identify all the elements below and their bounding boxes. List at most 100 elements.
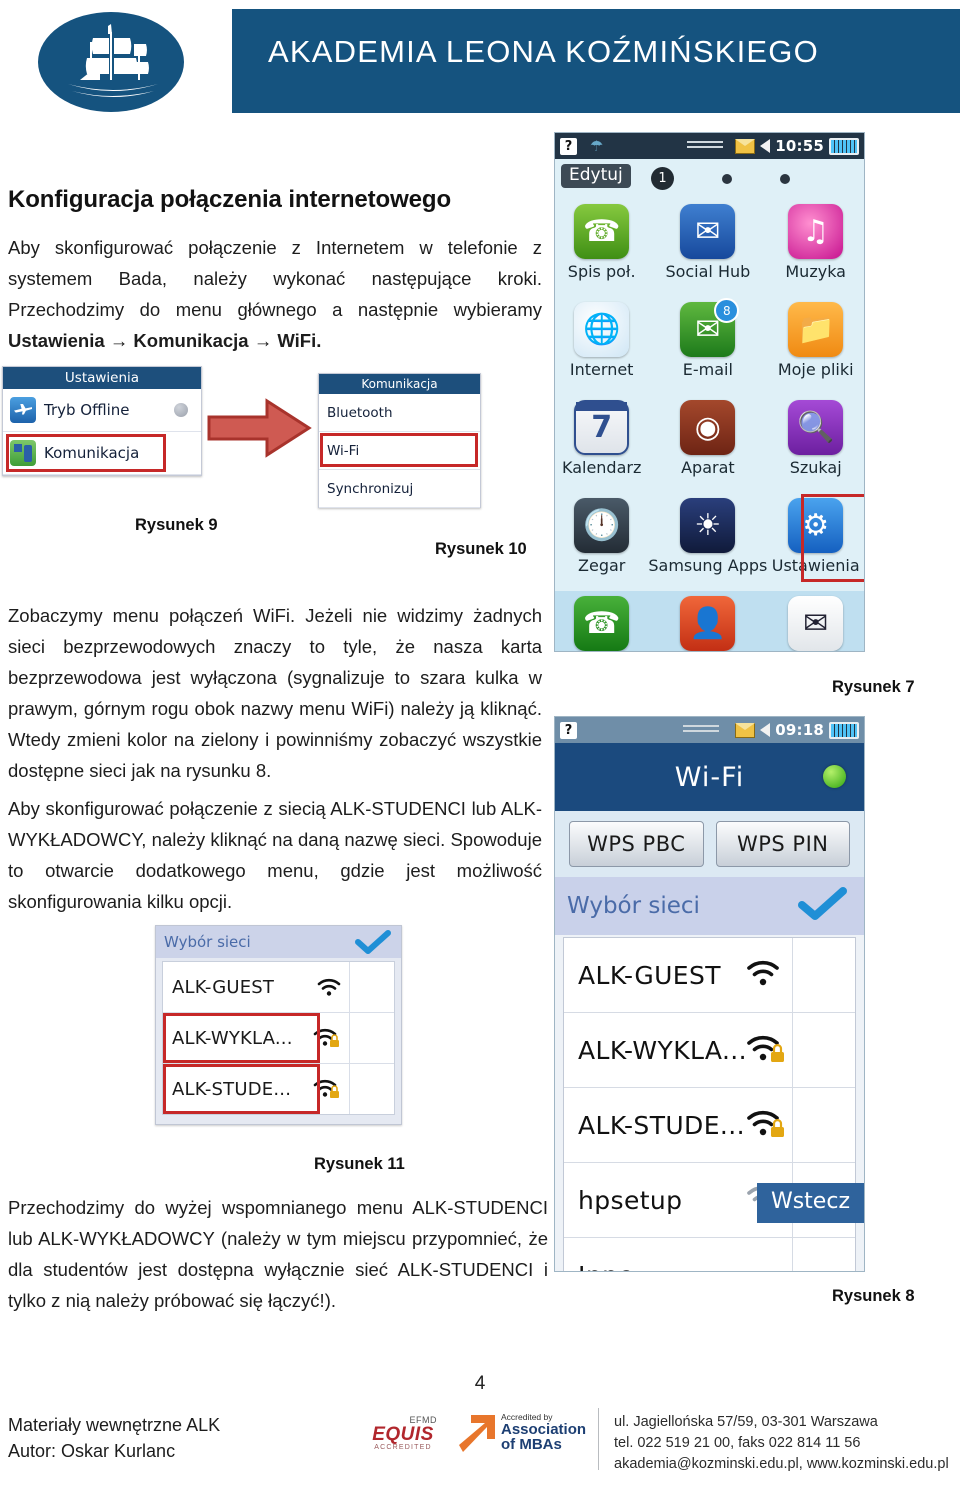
intro-text-bold: Ustawienia → Komunikacja → WiFi. [8, 330, 322, 351]
wifi-statusbar: ? 09:18 [555, 717, 864, 743]
offline-toggle[interactable] [174, 403, 188, 417]
settings-screen-figure: Ustawienia Tryb Offline Komunikacja [2, 366, 202, 476]
footer-line-2: Autor: Oskar Kurlanc [8, 1441, 176, 1461]
highlight-box-ustawienia [801, 494, 864, 582]
checkmark-icon[interactable] [353, 930, 393, 954]
app-label: Moje pliki [777, 360, 854, 379]
settings-row-communication[interactable]: Komunikacja [3, 432, 201, 475]
help-icon: ? [560, 137, 577, 155]
ship-logo-icon [68, 24, 158, 97]
wifi-small-row-alk-stude[interactable]: ALK-STUDE... [163, 1064, 394, 1114]
page-indicator-dot[interactable] [780, 173, 790, 184]
menu-lines-icon [683, 725, 719, 735]
amba-line-3: of MBAs [501, 1436, 562, 1454]
wifi-small-section-label: Wybór sieci [164, 933, 251, 951]
battery-icon [829, 137, 859, 155]
equis-sub-label: ACCREDITED [374, 1443, 432, 1451]
wifi-power-toggle[interactable] [823, 765, 846, 788]
app-tile-kontakty[interactable]: 👤 Kontakty [648, 591, 768, 651]
globe-icon: 🌐 [574, 302, 630, 357]
wps-button-row: WPS PBC WPS PIN [555, 811, 864, 877]
app-tile-klawiatura[interactable]: ☎ Klawiatura [555, 591, 649, 651]
app-tile-szukaj[interactable]: 🔍 Szukaj [767, 395, 864, 493]
wifi-network-name: ALK-WYKLA... [578, 1035, 747, 1065]
figure-caption-8: Rysunek 8 [832, 1287, 915, 1305]
app-label: Samsung Apps [648, 556, 768, 575]
speaker-icon [760, 723, 771, 737]
folder-icon: 📁 [788, 302, 844, 357]
wifi-section-label: Wybór sieci [567, 893, 700, 919]
wifi-small-row-alk-guest[interactable]: ALK-GUEST [163, 962, 394, 1013]
comm-row-wifi[interactable]: Wi-Fi [319, 432, 480, 470]
wifi-signal-locked-icon [747, 1035, 784, 1062]
app-label: Social Hub [665, 262, 751, 281]
back-button[interactable]: Wstecz [756, 1183, 864, 1223]
clock-icon: 🕛 [574, 498, 630, 553]
wifi-network-name: hpsetup [578, 1185, 683, 1215]
app-tile-moje-pliki[interactable]: 📁 Moje pliki [767, 297, 864, 395]
app-tile-aparat[interactable]: ◉ Aparat [648, 395, 767, 493]
app-tile-zegar[interactable]: 🕛 Zegar [555, 493, 648, 591]
intro-paragraph: Aby skonfigurować połączenie z Internete… [8, 232, 542, 356]
footer-address-line-2: tel. 022 519 21 00, faks 022 814 11 56 [614, 1435, 861, 1451]
amba-arrow-icon [455, 1412, 497, 1454]
wifi-row-alk-wykla[interactable]: ALK-WYKLA... [564, 1013, 855, 1088]
figure-caption-10: Rysunek 10 [435, 540, 527, 558]
app-grid: ☎ Spis poł. ✉ Social Hub ♫ Muzyka 🌐 Inte… [555, 199, 864, 651]
app-tile-spis-pol[interactable]: ☎ Spis poł. [555, 199, 648, 297]
app-tile-wiadomosci[interactable]: ✉ Wiadomości [767, 591, 864, 651]
document-page: AKADEMIA LEONA KOŹMIŃSKIEGO Konfiguracja… [0, 0, 960, 1485]
music-icon: ♫ [788, 204, 844, 259]
arrow-right-icon [207, 398, 312, 458]
wps-pbc-button[interactable]: WPS PBC [569, 821, 704, 867]
email-icon: ✉ 8 [680, 298, 740, 357]
intro-text-normal: Aby skonfigurować połączenie z Internete… [8, 237, 542, 320]
settings-row-offline-label: Tryb Offline [44, 401, 130, 419]
wifi-signal-locked-icon [747, 1110, 784, 1137]
mail-icon [735, 138, 756, 154]
mail-icon [735, 722, 756, 738]
app-tile-samsung-apps[interactable]: ☀ Samsung Apps [648, 493, 767, 591]
wifi-network-name: ALK-STUDE... [578, 1110, 745, 1140]
alk-logo [38, 12, 184, 112]
app-label: Kalendarz [561, 458, 642, 477]
wifi-small-section-header: Wybór sieci [156, 926, 401, 958]
app-tile-email[interactable]: ✉ 8 E-mail [648, 297, 767, 395]
app-tile-internet[interactable]: 🌐 Internet [555, 297, 648, 395]
figure-caption-7: Rysunek 7 [832, 678, 915, 696]
figure-caption-9: Rysunek 9 [135, 516, 218, 534]
wifi-row-inne[interactable]: Inne [564, 1238, 855, 1271]
amba-line-2: Association [501, 1420, 587, 1438]
footer-address-line-3: akademia@kozminski.edu.pl, www.kozminski… [614, 1456, 949, 1472]
app-label: Zegar [578, 556, 626, 575]
footer-address-line-1: ul. Jagiellońska 57/59, 03-301 Warszawa [614, 1414, 878, 1430]
airplane-icon [10, 397, 36, 423]
app-label: E-mail [682, 360, 733, 379]
comm-row-sync[interactable]: Synchronizuj [319, 470, 480, 508]
footer-credits: Materiały wewnętrzne ALK Autor: Oskar Ku… [8, 1412, 220, 1464]
checkmark-icon[interactable] [796, 887, 850, 921]
flow-arrow [205, 395, 315, 465]
wifi-section-header: Wybór sieci [555, 877, 864, 935]
app-tile-social-hub[interactable]: ✉ Social Hub [648, 199, 767, 297]
calendar-icon: 7 [574, 400, 630, 455]
wifi-network-list-figure: Wybór sieci ALK-GUEST ALK-WYKLA... ALK-S… [155, 925, 402, 1125]
wifi-row-alk-stude[interactable]: ALK-STUDE... [564, 1088, 855, 1163]
wifi-small-name: ALK-GUEST [172, 976, 275, 998]
page-title: Konfiguracja połączenia internetowego [8, 186, 452, 213]
wifi-small-row-alk-wykla[interactable]: ALK-WYKLA... [163, 1013, 394, 1064]
edit-button[interactable]: Edytuj [561, 164, 631, 188]
app-tile-muzyka[interactable]: ♫ Muzyka [767, 199, 864, 297]
wifi-signal-icon [317, 978, 341, 996]
page-indicator-current[interactable]: 1 [651, 167, 674, 190]
statusbar-time: 10:55 [775, 137, 824, 155]
comm-row-bluetooth[interactable]: Bluetooth [319, 394, 480, 432]
page-indicator-dot[interactable] [722, 173, 732, 184]
app-label: Spis poł. [567, 262, 636, 281]
wps-pin-button[interactable]: WPS PIN [715, 821, 850, 867]
menu-lines-icon [687, 141, 723, 151]
wifi-row-alk-guest[interactable]: ALK-GUEST [564, 938, 855, 1013]
app-tile-kalendarz[interactable]: 7 Kalendarz [555, 395, 648, 493]
app-tile-ustawienia[interactable]: ⚙ Ustawienia [767, 493, 864, 591]
settings-row-offline[interactable]: Tryb Offline [3, 389, 201, 432]
